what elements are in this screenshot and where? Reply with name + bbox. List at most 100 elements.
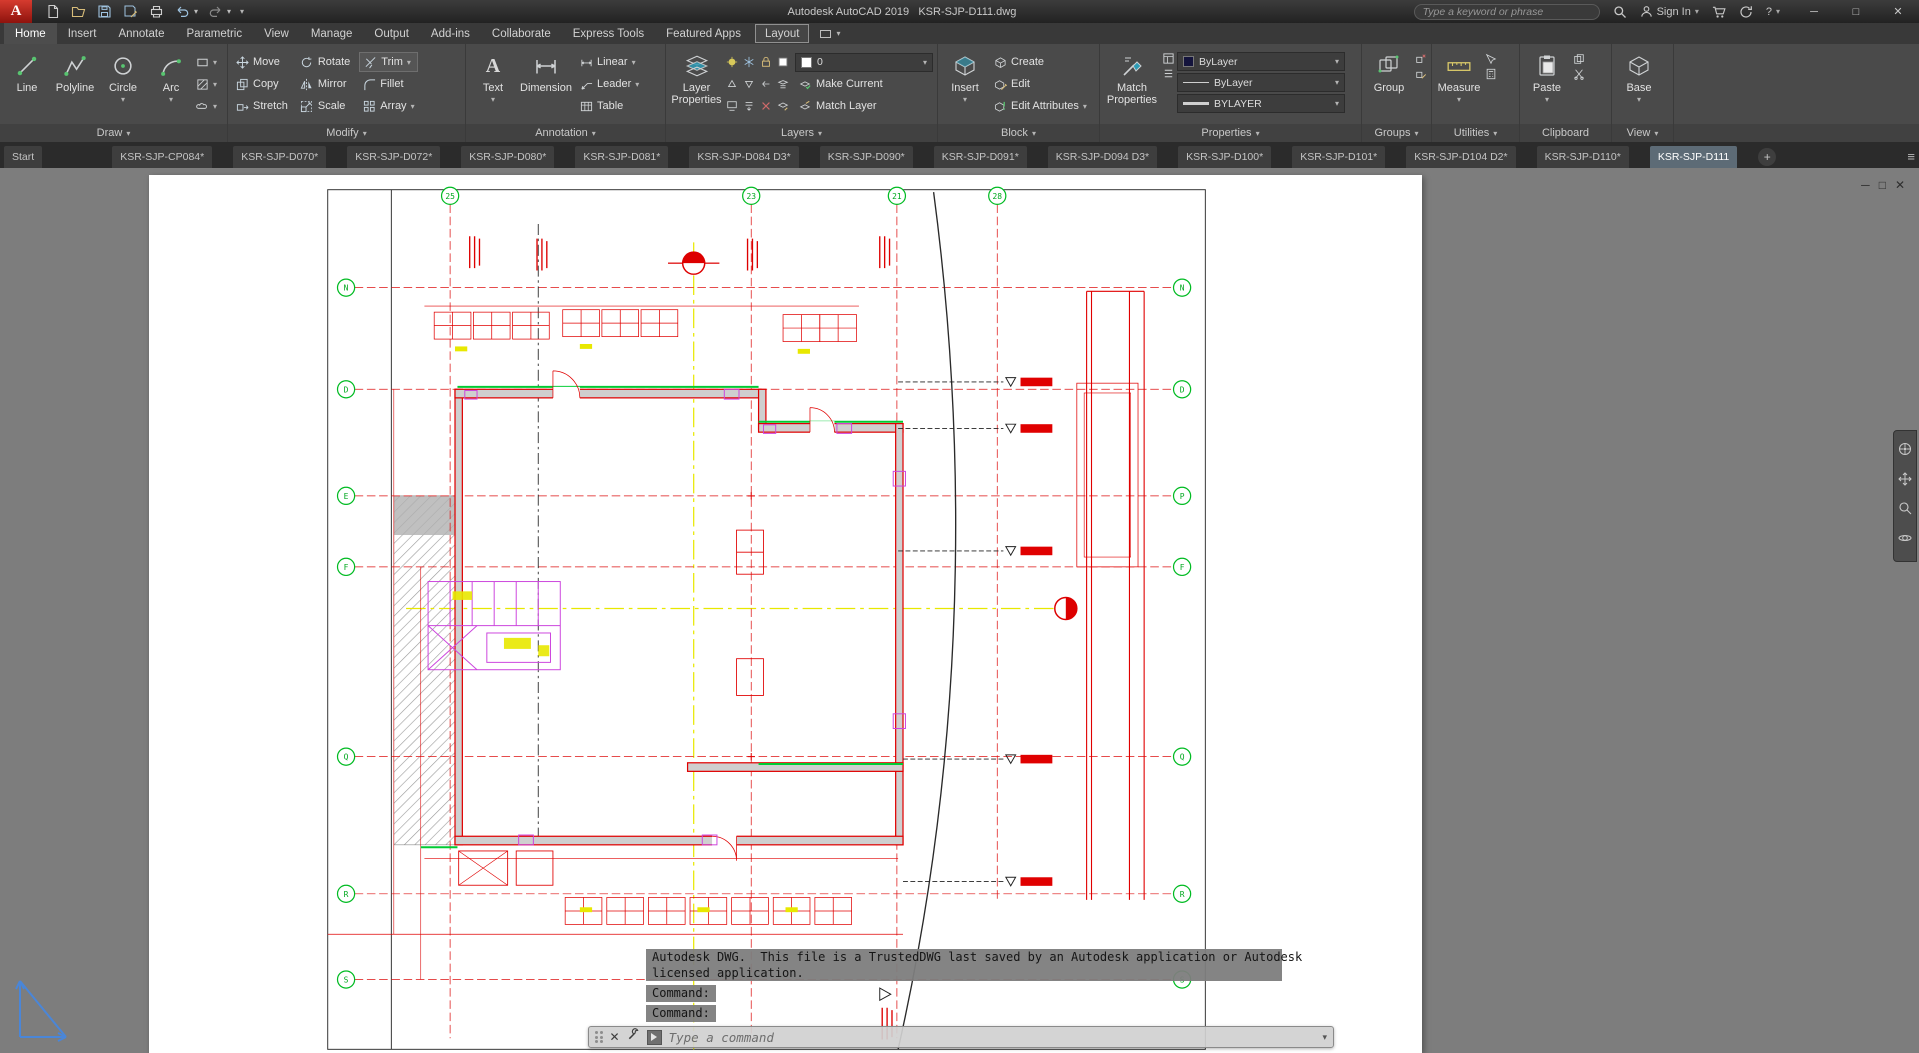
drawing-minimize-button[interactable]: ─	[1861, 178, 1870, 192]
command-customize-icon[interactable]	[627, 1028, 640, 1046]
orbit-icon[interactable]	[1898, 531, 1912, 550]
tab-list-icon[interactable]: ≡	[1907, 149, 1915, 164]
drawing-viewport[interactable]: 25 23 21 28 N D E F Q R S	[149, 175, 1422, 1053]
arc-caret-icon[interactable]: ▾	[169, 94, 173, 106]
line-button[interactable]: Line	[4, 47, 50, 123]
ribbon-tab-manage[interactable]: Manage	[300, 23, 364, 44]
rectangle-icon[interactable]	[196, 56, 209, 69]
open-file-button[interactable]	[70, 3, 87, 20]
file-tab[interactable]: KSR-SJP-D081*	[575, 146, 668, 168]
panel-label-draw[interactable]: Draw▾	[0, 124, 227, 142]
paper-sheet[interactable]: 25 23 21 28 N D E F Q R S	[149, 175, 1422, 1053]
cut-icon[interactable]	[1572, 67, 1585, 80]
zoom-icon[interactable]	[1898, 501, 1912, 520]
rotate-button[interactable]: Rotate	[297, 52, 353, 72]
file-tab[interactable]: KSR-SJP-D110*	[1537, 146, 1629, 168]
file-tab-start[interactable]: Start	[4, 146, 42, 168]
move-button[interactable]: Move	[232, 52, 291, 72]
layer-isolate-icon[interactable]	[725, 78, 738, 91]
command-input[interactable]: Type a command	[669, 1030, 774, 1045]
group-button[interactable]: Group	[1366, 47, 1412, 123]
pan-icon[interactable]	[1898, 472, 1912, 491]
copy-clip-icon[interactable]	[1572, 52, 1585, 65]
file-tab[interactable]: KSR-SJP-D090*	[820, 146, 913, 168]
layer-freeze-icon[interactable]	[742, 56, 755, 69]
application-menu-button[interactable]: A	[0, 0, 32, 23]
trim-caret-icon[interactable]: ▾	[407, 58, 411, 67]
base-caret-icon[interactable]: ▾	[1637, 94, 1641, 106]
edit-attributes-button[interactable]: Edit Attributes▾	[990, 96, 1090, 116]
make-current-button[interactable]: Make Current	[795, 74, 886, 94]
polyline-button[interactable]: Polyline	[52, 47, 98, 123]
quick-calc-icon[interactable]	[1484, 67, 1497, 80]
ribbon-tab-collaborate[interactable]: Collaborate	[481, 23, 562, 44]
ribbon-tab-parametric[interactable]: Parametric	[176, 23, 254, 44]
layer-match-icon[interactable]	[776, 100, 789, 113]
linear-button[interactable]: Linear▾	[576, 52, 642, 72]
panel-label-annotation[interactable]: Annotation▾	[466, 124, 665, 142]
hatch-caret-icon[interactable]: ▾	[213, 80, 217, 89]
ribbon-tab-featured-apps[interactable]: Featured Apps	[655, 23, 752, 44]
ungroup-icon[interactable]	[1414, 52, 1427, 65]
text-caret-icon[interactable]: ▾	[491, 94, 495, 106]
drawing-canvas[interactable]: 25 23 21 28 N D E F Q R S	[0, 168, 1919, 1053]
table-button[interactable]: Table	[576, 96, 642, 116]
ribbon-tab-express-tools[interactable]: Express Tools	[562, 23, 655, 44]
lineweight-dropdown[interactable]: BYLAYER ▾	[1177, 94, 1345, 113]
drawing-close-button[interactable]: ✕	[1895, 178, 1905, 192]
help-button[interactable]: ?▾	[1766, 6, 1780, 18]
file-tab[interactable]: KSR-SJP-D094 D3*	[1048, 146, 1157, 168]
panel-label-clipboard[interactable]: Clipboard	[1520, 124, 1611, 142]
minimize-button[interactable]: ─	[1793, 0, 1835, 23]
hatch-icon[interactable]	[196, 78, 209, 91]
ribbon-display-toggle[interactable]: ▾	[820, 23, 840, 44]
file-tab[interactable]: KSR-SJP-D104 D2*	[1406, 146, 1515, 168]
dimension-button[interactable]: Dimension	[518, 47, 574, 123]
panel-label-groups[interactable]: Groups▾	[1362, 124, 1431, 142]
linetype-dropdown[interactable]: ByLayer ▾	[1177, 73, 1345, 92]
file-tab[interactable]: KSR-SJP-D101*	[1292, 146, 1385, 168]
file-tab[interactable]: KSR-SJP-D100*	[1178, 146, 1271, 168]
layer-dropdown[interactable]: 0 ▾	[795, 53, 933, 72]
command-line-bar[interactable]: ✕ Type a command ▾	[588, 1026, 1334, 1048]
redo-button[interactable]	[207, 3, 224, 20]
ribbon-tab-home[interactable]: Home	[4, 23, 57, 44]
file-tab[interactable]: KSR-SJP-D072*	[347, 146, 440, 168]
panel-label-view[interactable]: View▾	[1612, 124, 1673, 142]
array-button[interactable]: Array▾	[359, 96, 417, 116]
layer-color-icon[interactable]	[776, 56, 789, 69]
ribbon-tab-output[interactable]: Output	[363, 23, 420, 44]
revcloud-caret-icon[interactable]: ▾	[213, 102, 217, 111]
panel-label-block[interactable]: Block▾	[938, 124, 1099, 142]
ribbon-tab-insert[interactable]: Insert	[57, 23, 108, 44]
create-block-button[interactable]: Create	[990, 52, 1090, 72]
properties-list-icon[interactable]	[1162, 67, 1175, 80]
recent-commands-icon[interactable]	[647, 1030, 662, 1045]
new-tab-button[interactable]: +	[1758, 148, 1776, 166]
paste-caret-icon[interactable]: ▾	[1545, 94, 1549, 106]
navigation-wheel-icon[interactable]	[1898, 442, 1912, 461]
save-button[interactable]	[96, 3, 113, 20]
circle-button[interactable]: Circle ▾	[100, 47, 146, 123]
arc-button[interactable]: Arc ▾	[148, 47, 194, 123]
scale-button[interactable]: Scale	[297, 96, 353, 116]
maximize-button[interactable]: □	[1835, 0, 1877, 23]
file-tab[interactable]: KSR-SJP-D070*	[233, 146, 326, 168]
match-properties-button[interactable]: Match Properties	[1104, 47, 1160, 123]
base-button[interactable]: Base ▾	[1616, 47, 1662, 123]
match-layer-button[interactable]: Match Layer	[795, 96, 880, 116]
layer-lock-icon[interactable]	[759, 56, 772, 69]
undo-caret-icon[interactable]: ▾	[194, 7, 198, 16]
panel-label-properties[interactable]: Properties▾	[1100, 124, 1361, 142]
drawing-restore-button[interactable]: □	[1879, 178, 1886, 192]
rectangle-caret-icon[interactable]: ▾	[213, 58, 217, 67]
file-tab-active[interactable]: KSR-SJP-D111	[1650, 146, 1737, 168]
command-bar-caret-icon[interactable]: ▾	[1322, 1032, 1327, 1043]
file-tab[interactable]: KSR-SJP-CP084*	[112, 146, 212, 168]
insert-button[interactable]: Insert ▾	[942, 47, 988, 123]
insert-caret-icon[interactable]: ▾	[963, 94, 967, 106]
revision-cloud-icon[interactable]	[196, 100, 209, 113]
stretch-button[interactable]: Stretch	[232, 96, 291, 116]
qat-menu-caret-icon[interactable]: ▾	[240, 7, 244, 16]
layer-previous-icon[interactable]	[759, 78, 772, 91]
